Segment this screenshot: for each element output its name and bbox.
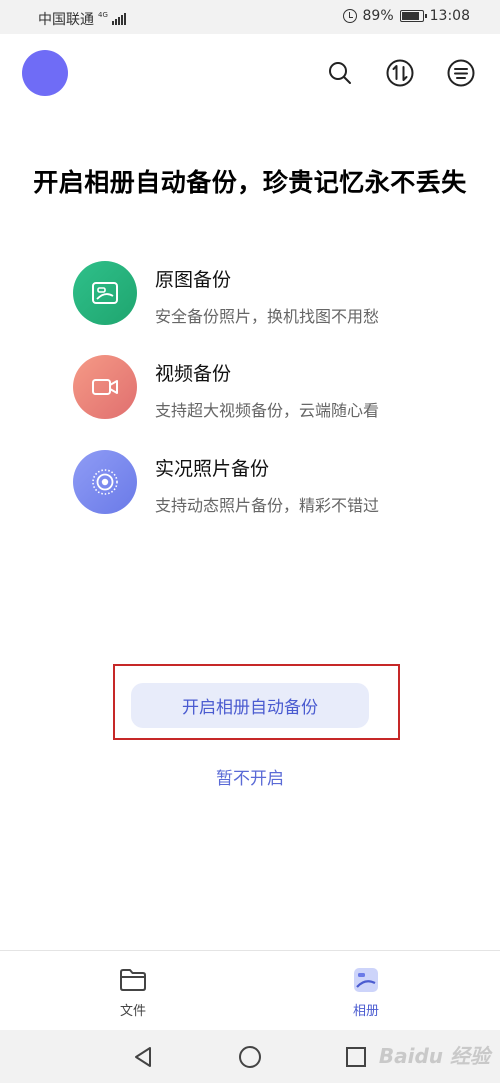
image-icon: [73, 261, 137, 325]
status-bar: 中国联通 4G 89% 13:08: [0, 0, 500, 34]
live-photo-icon: [73, 450, 137, 514]
tab-album[interactable]: 相册: [326, 965, 406, 1019]
network-type: 4G: [98, 10, 108, 19]
enable-auto-backup-button[interactable]: 开启相册自动备份: [131, 683, 369, 728]
feature-desc: 支持动态照片备份，精彩不错过: [155, 496, 380, 515]
alarm-icon: [342, 9, 357, 23]
bottom-nav: 文件 相册: [0, 950, 500, 1030]
feature-title: 原图备份: [155, 269, 232, 291]
not-now-link[interactable]: 暂不开启: [0, 764, 500, 789]
feature-original-backup: 原图备份 安全备份照片，换机找图不用愁: [73, 261, 473, 327]
feature-title: 实况照片备份: [155, 458, 270, 480]
folder-icon: [118, 965, 148, 995]
back-icon[interactable]: [130, 1044, 156, 1070]
status-left: 中国联通 4G: [38, 9, 126, 29]
menu-icon[interactable]: [446, 58, 476, 88]
page-headline: 开启相册自动备份，珍贵记忆永不丢失: [33, 168, 467, 197]
video-icon: [73, 355, 137, 419]
album-icon: [351, 965, 381, 995]
clock: 13:08: [429, 8, 470, 24]
feature-desc: 安全备份照片，换机找图不用愁: [155, 307, 380, 326]
home-icon[interactable]: [237, 1044, 263, 1070]
battery-icon: [399, 10, 427, 22]
tab-label: 相册: [352, 1004, 379, 1019]
transfer-icon[interactable]: [385, 58, 415, 88]
avatar[interactable]: [22, 50, 68, 96]
tab-label: 文件: [119, 1004, 146, 1019]
signal-icon: [111, 13, 126, 25]
carrier-label: 中国联通: [38, 12, 94, 28]
feature-live-photo-backup: 实况照片备份 支持动态照片备份，精彩不错过: [73, 450, 473, 516]
watermark: Baidu 经验: [378, 1044, 490, 1068]
feature-video-backup: 视频备份 支持超大视频备份，云端随心看: [73, 355, 473, 421]
feature-desc: 支持超大视频备份，云端随心看: [155, 401, 380, 420]
recents-icon[interactable]: [343, 1044, 369, 1070]
battery-percent: 89%: [362, 8, 394, 24]
feature-title: 视频备份: [155, 363, 232, 385]
search-icon[interactable]: [325, 58, 355, 88]
tab-files[interactable]: 文件: [93, 965, 173, 1019]
status-right: 89% 13:08: [342, 8, 470, 24]
